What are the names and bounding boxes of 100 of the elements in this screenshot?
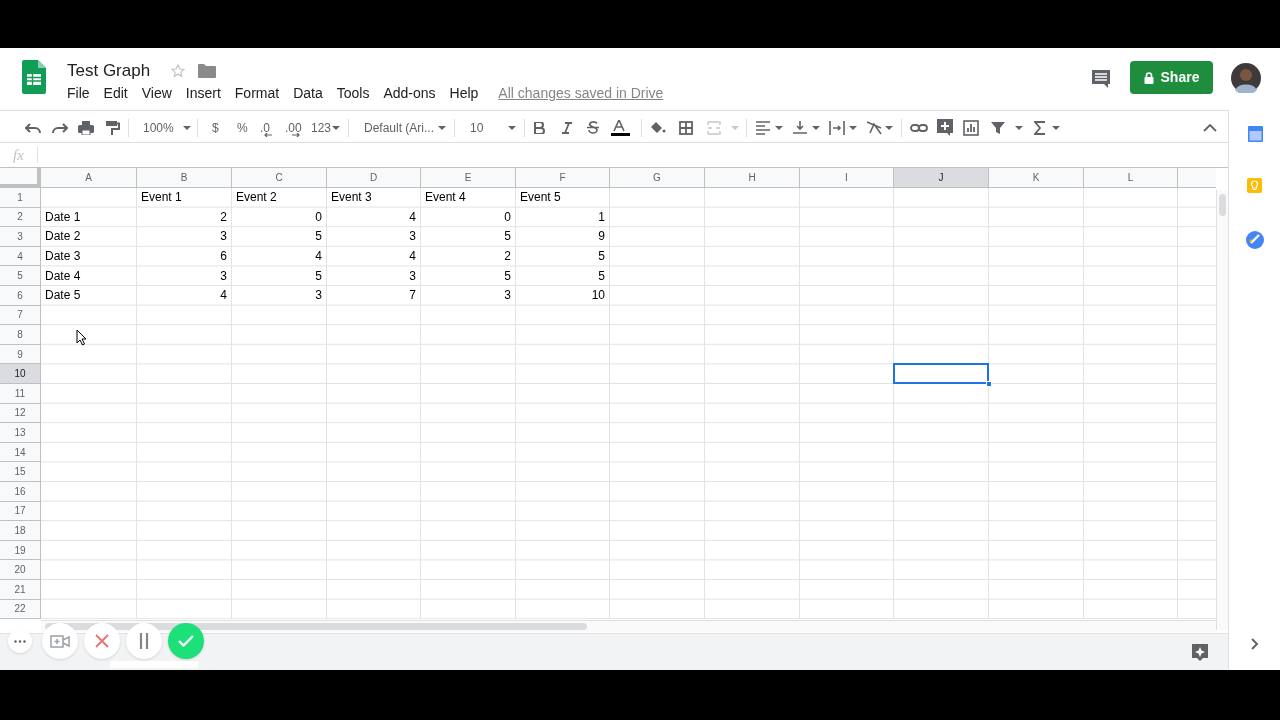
caret-icon[interactable] <box>508 125 516 130</box>
table-cell[interactable]: 5 <box>232 227 326 246</box>
row-header[interactable]: 12 <box>0 403 41 424</box>
row-header[interactable]: 9 <box>0 344 41 365</box>
more-button[interactable] <box>8 629 32 653</box>
menu-item[interactable]: Help <box>442 83 486 104</box>
table-cell[interactable]: Event 1 <box>137 188 231 207</box>
row-header[interactable]: 13 <box>0 423 41 443</box>
horizontal-scrollbar[interactable] <box>41 620 1216 632</box>
bold-icon[interactable] <box>534 121 545 134</box>
selected-cell[interactable] <box>893 363 989 384</box>
caret-icon[interactable] <box>438 125 446 130</box>
currency-button[interactable]: $ <box>212 119 219 137</box>
percent-button[interactable]: % <box>237 119 248 137</box>
row-header[interactable]: 8 <box>0 325 41 345</box>
sum-icon[interactable] <box>1034 120 1046 135</box>
menu-item[interactable]: View <box>134 83 179 104</box>
table-cell[interactable]: 4 <box>232 246 326 266</box>
table-cell[interactable]: 3 <box>327 266 420 285</box>
menu-item[interactable]: Insert <box>178 83 228 104</box>
fill-color-icon[interactable] <box>650 121 666 134</box>
caret-icon[interactable] <box>183 125 191 130</box>
menu-item[interactable]: Add-ons <box>376 83 443 104</box>
table-cell[interactable]: 6 <box>137 246 231 266</box>
strikethrough-icon[interactable] <box>587 121 599 134</box>
row-header[interactable]: 3 <box>0 227 41 247</box>
row-header[interactable]: 2 <box>0 207 41 228</box>
column-header[interactable]: D <box>327 168 421 188</box>
fill-handle[interactable] <box>986 381 992 387</box>
menu-item[interactable]: Edit <box>96 83 135 104</box>
table-cell[interactable]: 3 <box>327 227 420 246</box>
chart-icon[interactable] <box>963 119 979 136</box>
menu-item[interactable]: Data <box>286 83 330 104</box>
table-cell[interactable]: 3 <box>137 266 231 285</box>
zoom-dropdown[interactable]: 100% <box>143 119 174 137</box>
column-header[interactable]: E <box>421 168 516 188</box>
table-cell[interactable]: Event 4 <box>421 188 515 207</box>
vertical-scrollbar[interactable] <box>1216 190 1228 630</box>
row-header[interactable]: 17 <box>0 501 41 522</box>
row-header[interactable]: 22 <box>0 599 41 620</box>
table-cell[interactable]: Event 5 <box>516 188 609 207</box>
column-header[interactable]: I <box>800 168 894 188</box>
arrow-right-icon[interactable] <box>292 133 300 137</box>
link-icon[interactable] <box>910 123 928 132</box>
row-header[interactable]: 6 <box>0 286 41 306</box>
chevron-right-icon[interactable] <box>1250 638 1259 650</box>
caret-icon[interactable] <box>332 125 340 130</box>
align-left-icon[interactable] <box>756 120 770 135</box>
row-header[interactable]: 11 <box>0 384 41 404</box>
column-header[interactable]: H <box>705 168 800 188</box>
caret-icon[interactable] <box>849 125 857 130</box>
table-cell[interactable]: 5 <box>516 266 609 285</box>
caret-icon[interactable] <box>1052 125 1060 130</box>
row-header[interactable]: 15 <box>0 462 41 482</box>
number-format-dropdown[interactable]: 123 <box>311 119 332 137</box>
column-header[interactable]: A <box>41 168 137 188</box>
column-header[interactable]: F <box>516 168 610 188</box>
star-icon[interactable] <box>170 62 187 79</box>
table-cell[interactable]: 9 <box>516 227 609 246</box>
table-cell[interactable]: 7 <box>327 286 420 305</box>
table-cell[interactable]: 3 <box>137 227 231 246</box>
table-cell[interactable]: 3 <box>421 286 515 305</box>
table-cell[interactable]: Event 3 <box>327 188 420 207</box>
font-size-dropdown[interactable]: 10 <box>470 119 484 137</box>
tasks-icon[interactable] <box>1246 231 1264 249</box>
scroll-thumb[interactable] <box>1219 194 1226 216</box>
caret-icon[interactable] <box>775 125 783 130</box>
borders-icon[interactable] <box>679 120 693 135</box>
merge-cells-icon[interactable] <box>707 120 721 135</box>
column-header[interactable]: C <box>232 168 327 188</box>
row-header[interactable]: 19 <box>0 540 41 561</box>
redo-icon[interactable] <box>52 121 68 134</box>
comments-icon[interactable] <box>1091 69 1111 89</box>
table-cell[interactable]: 0 <box>232 207 326 227</box>
column-header[interactable]: J <box>894 168 989 188</box>
menu-item[interactable]: File <box>60 83 97 104</box>
undo-icon[interactable] <box>25 121 41 134</box>
explore-icon[interactable] <box>1190 642 1210 662</box>
text-rotation-icon[interactable] <box>866 120 882 135</box>
table-cell[interactable]: 4 <box>327 207 420 227</box>
arrow-left-icon[interactable] <box>264 133 273 137</box>
filter-icon[interactable] <box>991 121 1005 134</box>
save-status-link[interactable]: All changes saved in Drive <box>498 83 664 104</box>
share-button[interactable]: Share <box>1130 61 1213 94</box>
table-cell[interactable]: 4 <box>137 286 231 305</box>
table-cell[interactable]: 5 <box>421 266 515 285</box>
caret-icon[interactable] <box>1015 125 1023 130</box>
collapse-icon[interactable] <box>1203 123 1217 132</box>
caret-icon[interactable] <box>812 125 820 130</box>
sheets-logo-icon[interactable] <box>22 60 46 94</box>
font-dropdown[interactable]: Default (Ari... <box>364 119 435 137</box>
table-cell[interactable]: 4 <box>327 246 420 266</box>
text-color-icon[interactable] <box>611 119 630 136</box>
caret-icon[interactable] <box>885 125 893 130</box>
table-cell[interactable]: 5 <box>421 227 515 246</box>
vertical-align-icon[interactable] <box>793 121 807 134</box>
table-cell[interactable]: Event 2 <box>232 188 326 207</box>
add-comment-icon[interactable] <box>937 119 953 136</box>
row-header[interactable]: 5 <box>0 266 41 286</box>
table-cell[interactable]: 1 <box>516 207 609 227</box>
